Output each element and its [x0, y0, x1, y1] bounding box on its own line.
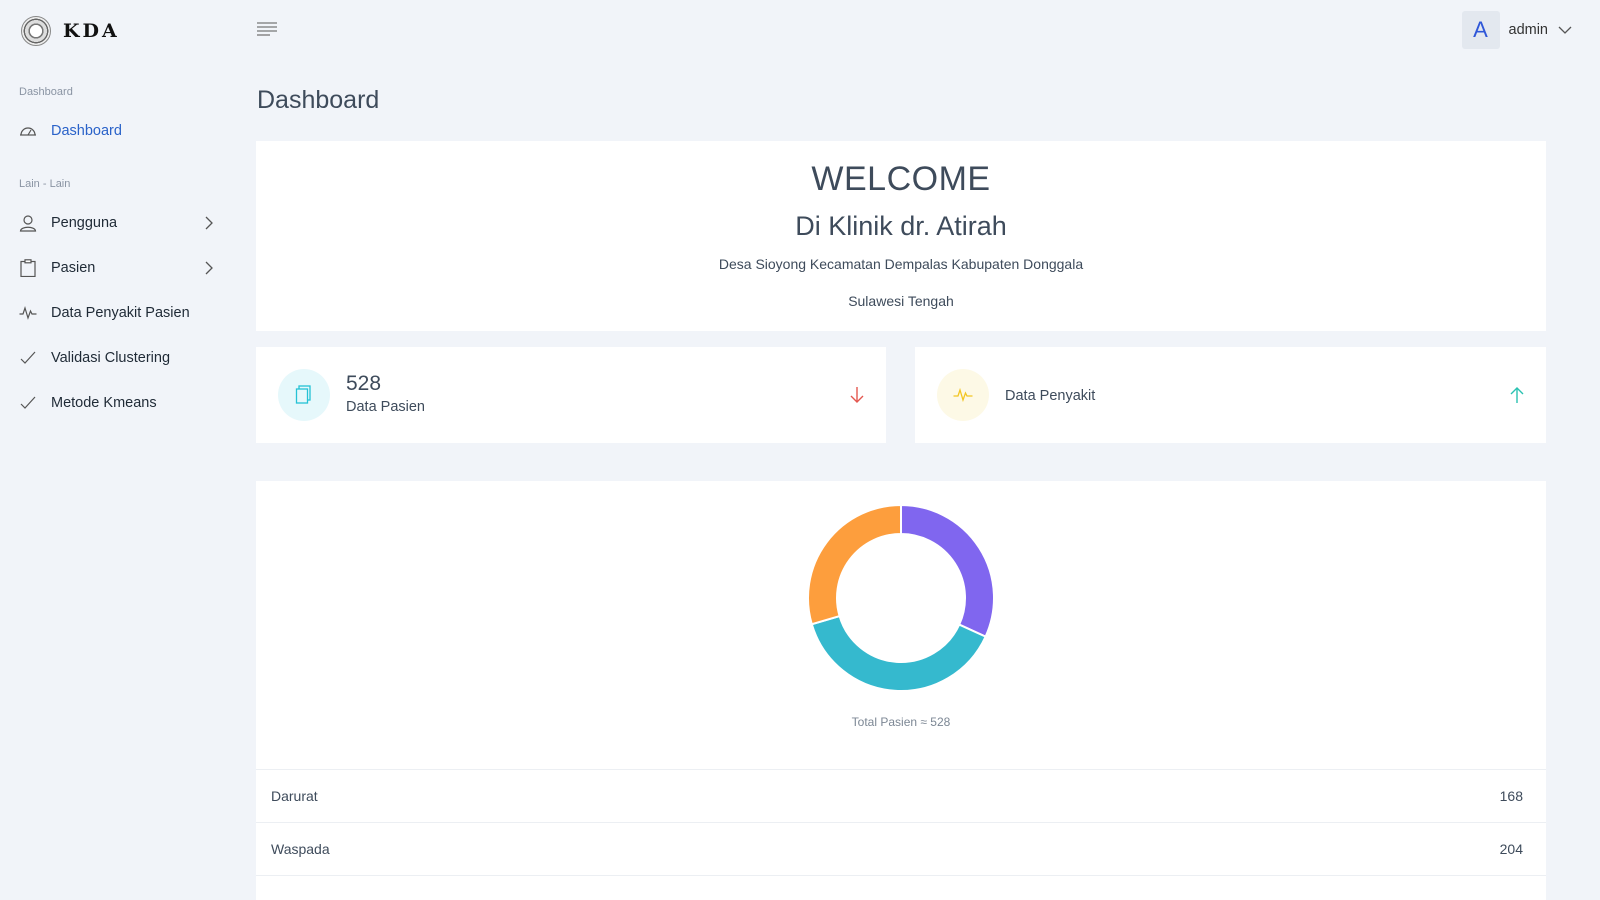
clipboard-icon — [19, 259, 37, 277]
chevron-right-icon — [205, 261, 213, 279]
chart-card: Total Pasien ≈ 528 Darurat 168 Waspada 2… — [256, 481, 1546, 900]
user-icon — [19, 214, 37, 232]
pulse-icon — [19, 304, 37, 322]
donut-slice-darurat[interactable] — [900, 503, 995, 638]
stat-card-data-pasien[interactable]: 528 Data Pasien — [256, 347, 886, 443]
sidebar-item-label: Metode Kmeans — [51, 395, 157, 411]
welcome-title: WELCOME — [811, 160, 991, 198]
sidebar-section-lain: Lain - Lain — [19, 178, 71, 190]
stat-label: Data Pasien — [346, 399, 425, 415]
clinic-logo-icon — [21, 16, 51, 46]
list-item-waspada: Waspada 204 — [256, 822, 1546, 875]
chart-total-label: Total Pasien ≈ 528 — [851, 715, 951, 729]
address-line-1: Desa Sioyong Kecamatan Dempalas Kabupate… — [718, 256, 1084, 272]
sidebar-item-data-penyakit-pasien[interactable]: Data Penyakit Pasien — [19, 298, 219, 328]
hamburger-icon — [257, 22, 277, 36]
stat-card-data-penyakit[interactable]: Data Penyakit — [915, 347, 1546, 443]
check-icon — [19, 349, 37, 367]
sidebar-item-label: Dashboard — [51, 123, 122, 139]
avatar: A — [1461, 11, 1500, 49]
list-item-label: Darurat — [271, 788, 318, 804]
list-item-value: 204 — [1499, 841, 1523, 857]
list-item-value: 168 — [1499, 788, 1523, 804]
page-title: Dashboard — [257, 86, 380, 114]
chevron-down-icon — [1558, 26, 1572, 34]
welcome-card: WELCOME Di Klinik dr. Atirah Desa Sioyon… — [256, 141, 1546, 331]
sidebar-item-metode-kmeans[interactable]: Metode Kmeans — [19, 388, 219, 418]
sidebar-item-validasi-clustering[interactable]: Validasi Clustering — [19, 343, 219, 373]
gauge-icon — [19, 122, 37, 140]
arrow-up-icon — [1510, 386, 1524, 409]
brand-name: KDA — [63, 20, 120, 42]
sidebar-item-pasien[interactable]: Pasien — [19, 253, 219, 283]
brand[interactable]: KDA — [21, 14, 120, 48]
sidebar-item-label: Pasien — [51, 260, 96, 276]
stat-value: 528 — [346, 372, 382, 395]
donut-chart — [807, 503, 995, 692]
user-menu[interactable]: A admin — [1461, 11, 1573, 49]
welcome-subtitle: Di Klinik dr. Atirah — [795, 211, 1007, 241]
pulse-icon — [937, 369, 989, 421]
list-item-next — [256, 875, 1546, 900]
sidebar-item-pengguna[interactable]: Pengguna — [19, 208, 219, 238]
document-icon — [278, 369, 330, 421]
sidebar-item-label: Validasi Clustering — [51, 350, 171, 366]
list-item-label: Waspada — [271, 841, 330, 857]
sidebar-item-label: Data Penyakit Pasien — [51, 305, 190, 321]
chevron-right-icon — [205, 216, 213, 234]
sidebar: KDA Dashboard Dashboard Lain - Lain Peng… — [0, 0, 240, 900]
menu-toggle-button[interactable] — [257, 21, 277, 42]
user-name: admin — [1508, 22, 1549, 38]
sidebar-item-dashboard[interactable]: Dashboard — [19, 116, 219, 146]
stat-label: Data Penyakit — [1005, 388, 1096, 404]
donut-slice-waspada[interactable] — [810, 614, 987, 692]
list-item-darurat: Darurat 168 — [256, 769, 1546, 822]
sidebar-section-dashboard: Dashboard — [19, 86, 73, 98]
donut-slice-other[interactable] — [807, 503, 902, 626]
arrow-down-icon — [850, 386, 864, 409]
address-line-2: Sulawesi Tengah — [848, 293, 954, 309]
check-icon — [19, 394, 37, 412]
sidebar-item-label: Pengguna — [51, 215, 118, 231]
